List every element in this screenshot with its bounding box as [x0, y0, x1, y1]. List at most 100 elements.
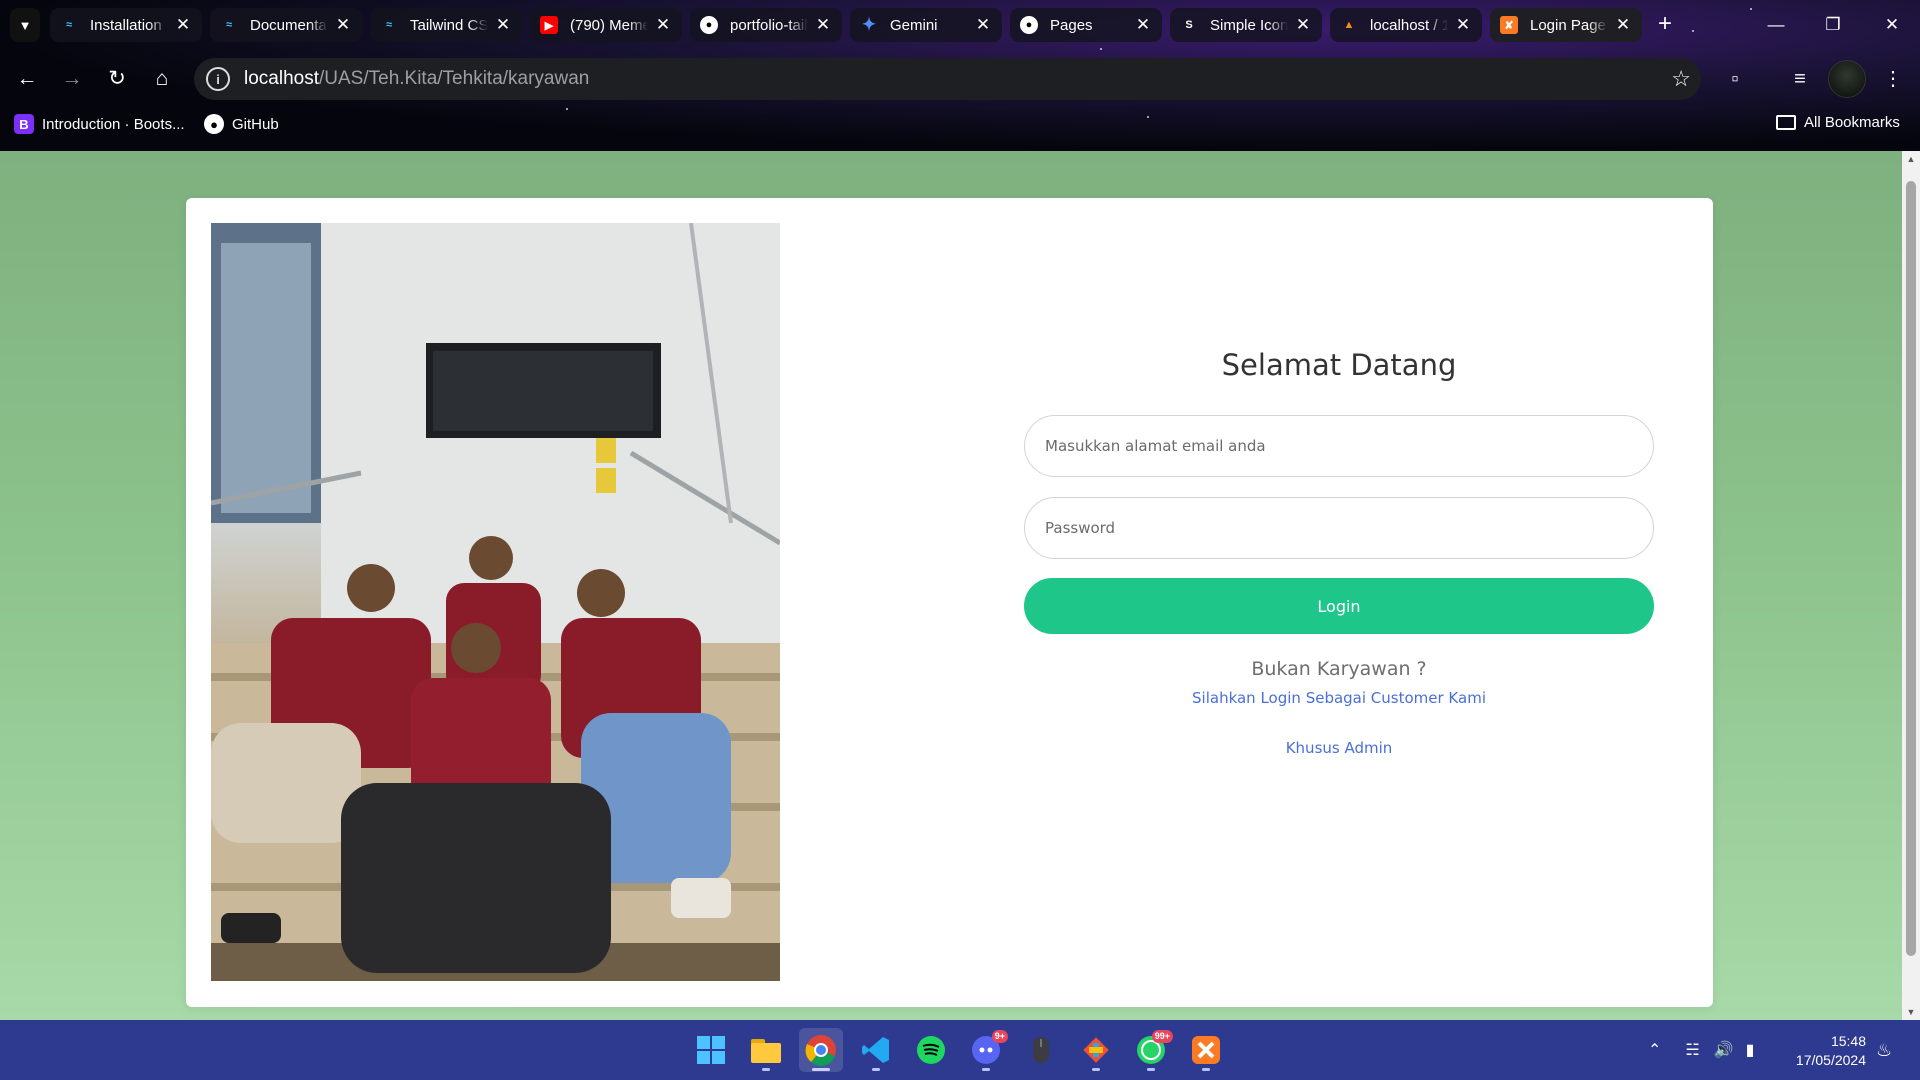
git-icon[interactable]	[1074, 1028, 1118, 1072]
new-tab-button[interactable]: +	[1650, 10, 1680, 40]
bookmark-star-icon[interactable]: ☆	[1671, 66, 1691, 92]
close-icon[interactable]: ✕	[1454, 15, 1472, 35]
tab-documentation[interactable]: ≈ Documentation ✕	[210, 8, 362, 42]
tab-title: Gemini	[890, 16, 938, 34]
tab-login-page[interactable]: ✘ Login Page ✕	[1490, 8, 1642, 42]
tab-title: Pages	[1050, 16, 1093, 34]
reload-button[interactable]: ↻	[99, 61, 135, 97]
tab-tailwind-css[interactable]: ≈ Tailwind CSS ✕	[370, 8, 522, 42]
address-bar[interactable]: i localhost/UAS/Teh.Kita/Tehkita/karyawa…	[194, 58, 1701, 100]
tab-strip: ▼ ≈ Installation ✕ ≈ Documentation ✕ ≈ T…	[0, 0, 1920, 50]
chrome-icon[interactable]	[799, 1028, 843, 1072]
minimize-button[interactable]: —	[1756, 10, 1796, 40]
tab-simple-icons[interactable]: S Simple Icons ✕	[1170, 8, 1322, 42]
close-icon[interactable]: ✕	[1294, 15, 1312, 35]
page-title: Selamat Datang	[1221, 348, 1457, 382]
tab-gemini[interactable]: ✦ Gemini ✕	[850, 8, 1002, 42]
scroll-down-arrow-icon[interactable]: ▼	[1902, 1004, 1920, 1020]
bookmark-label: Introduction · Boots...	[42, 115, 185, 133]
tab-title: localhost / 127.0.0.1	[1370, 16, 1448, 34]
mouse-app-icon[interactable]	[1019, 1028, 1063, 1072]
simpleicons-icon: S	[1185, 19, 1193, 31]
password-field[interactable]	[1024, 497, 1654, 559]
close-window-button[interactable]: ✕	[1872, 10, 1912, 40]
close-icon[interactable]: ✕	[174, 15, 192, 35]
volume-icon[interactable]: 🔊	[1714, 1040, 1734, 1060]
tab-title: Documentation	[250, 16, 328, 34]
gemini-icon: ✦	[861, 15, 877, 34]
bookmark-github[interactable]: ● GitHub	[204, 114, 279, 134]
file-explorer-icon[interactable]	[744, 1028, 788, 1072]
login-card: Selamat Datang Login Bukan Karyawan ? Si…	[186, 198, 1713, 1007]
tab-youtube[interactable]: ▶ (790) Memes ✕	[530, 8, 682, 42]
team-photo	[211, 223, 780, 981]
restore-button[interactable]: ❐	[1813, 10, 1853, 40]
page-scrollbar[interactable]: ▲ ▼	[1902, 151, 1920, 1020]
clock-date: 17/05/2024	[1795, 1052, 1866, 1068]
tailwind-icon: ≈	[225, 19, 233, 31]
notification-bell-icon[interactable]: ♨	[1876, 1020, 1892, 1080]
xampp-icon[interactable]	[1184, 1028, 1228, 1072]
close-icon[interactable]: ✕	[974, 15, 992, 35]
home-button[interactable]: ⌂	[144, 61, 180, 97]
close-icon[interactable]: ✕	[1614, 15, 1632, 35]
discord-badge: 9+	[991, 1030, 1008, 1043]
all-bookmarks-label: All Bookmarks	[1804, 114, 1900, 131]
system-clock[interactable]: 15:48 17/05/2024	[1776, 1032, 1866, 1070]
admin-login-link[interactable]: Khusus Admin	[1024, 739, 1654, 757]
running-indicator	[812, 1068, 830, 1071]
tab-title: Installation	[90, 16, 162, 34]
whatsapp-badge: 99+	[1151, 1030, 1173, 1043]
bookmark-bootstrap[interactable]: B Introduction · Boots...	[14, 114, 185, 134]
close-icon[interactable]: ✕	[334, 15, 352, 35]
team-photo-illustration	[211, 223, 780, 981]
customer-login-link[interactable]: Silahkan Login Sebagai Customer Kami	[1024, 689, 1654, 707]
login-form: Selamat Datang Login Bukan Karyawan ? Si…	[1024, 198, 1654, 1007]
extensions-icon[interactable]: ▫	[1717, 61, 1753, 97]
tab-installation[interactable]: ≈ Installation ✕	[50, 8, 202, 42]
running-indicator	[1202, 1068, 1210, 1071]
tab-title: Login Page	[1530, 16, 1606, 34]
tab-pages[interactable]: ● Pages ✕	[1010, 8, 1162, 42]
scroll-up-arrow-icon[interactable]: ▲	[1902, 151, 1920, 167]
vscode-icon[interactable]	[854, 1028, 898, 1072]
close-icon[interactable]: ✕	[494, 15, 512, 35]
close-icon[interactable]: ✕	[1134, 15, 1152, 35]
chevron-down-icon: ▼	[18, 17, 32, 33]
site-info-icon[interactable]: i	[206, 67, 230, 91]
tab-title: Tailwind CSS	[410, 16, 488, 34]
tab-phpmyadmin[interactable]: ▲ localhost / 127.0.0.1 ✕	[1330, 8, 1482, 42]
close-icon[interactable]: ✕	[814, 15, 832, 35]
media-control-icon[interactable]: ≡	[1782, 61, 1818, 97]
battery-icon[interactable]: ▮	[1746, 1040, 1755, 1060]
github-icon: ●	[1020, 16, 1038, 34]
page-viewport: Selamat Datang Login Bukan Karyawan ? Si…	[0, 151, 1902, 1020]
profile-avatar[interactable]	[1828, 60, 1866, 98]
tab-portfolio[interactable]: ● portfolio-tailwind ✕	[690, 8, 842, 42]
all-bookmarks[interactable]: All Bookmarks	[1776, 114, 1900, 131]
tab-title: Simple Icons	[1210, 16, 1288, 34]
scroll-thumb[interactable]	[1906, 181, 1916, 956]
discord-icon[interactable]: 9+	[964, 1028, 1008, 1072]
forward-button[interactable]: →	[54, 61, 90, 97]
bookmark-label: GitHub	[232, 115, 279, 133]
system-tray: ⌃ ☵ 🔊 ▮	[1648, 1020, 1754, 1080]
login-button[interactable]: Login	[1024, 578, 1654, 634]
browser-toolbar: ← → ↻ ⌂ i localhost/UAS/Teh.Kita/Tehkita…	[0, 55, 1920, 103]
not-employee-text: Bukan Karyawan ?	[1251, 658, 1427, 680]
tab-search-button[interactable]: ▼	[10, 8, 40, 42]
youtube-icon: ▶	[540, 16, 558, 34]
tailwind-icon: ≈	[385, 19, 393, 31]
whatsapp-icon[interactable]: 99+	[1129, 1028, 1173, 1072]
close-icon[interactable]: ✕	[654, 15, 672, 35]
show-hidden-icons-icon[interactable]: ⌃	[1648, 1040, 1661, 1060]
phpmyadmin-icon: ▲	[1343, 19, 1355, 31]
back-button[interactable]: ←	[9, 61, 45, 97]
spotify-icon[interactable]	[909, 1028, 953, 1072]
running-indicator	[1147, 1068, 1155, 1071]
email-field[interactable]	[1024, 415, 1654, 477]
start-icon[interactable]	[689, 1028, 733, 1072]
wifi-icon[interactable]: ☵	[1685, 1040, 1699, 1060]
browser-chrome: ▼ ≈ Installation ✕ ≈ Documentation ✕ ≈ T…	[0, 0, 1920, 151]
menu-icon[interactable]: ⋮	[1875, 61, 1911, 97]
